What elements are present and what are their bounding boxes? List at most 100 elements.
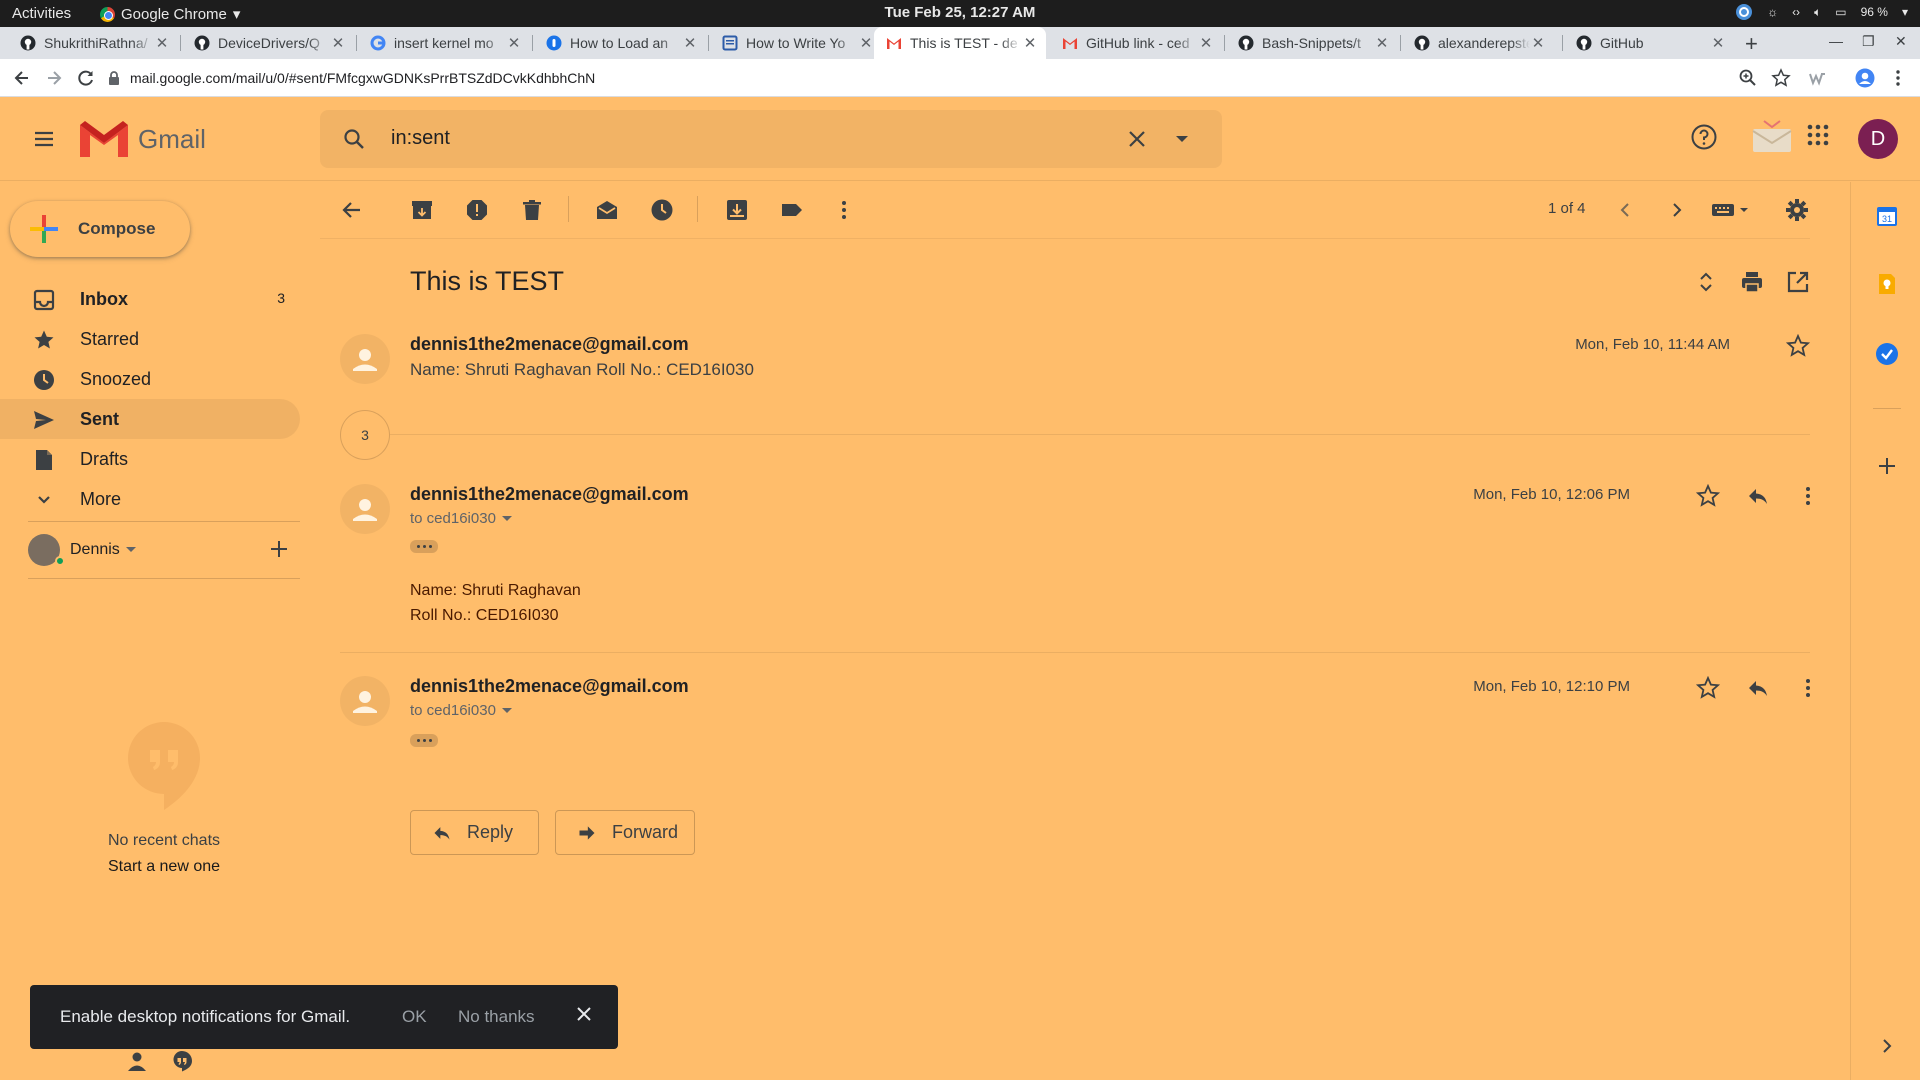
browser-menu-icon[interactable] [1888,68,1908,88]
back-icon[interactable] [12,68,32,88]
collapsed-messages-count[interactable]: 3 [340,410,390,460]
search-input[interactable]: in:sent [391,127,450,150]
more-actions-icon[interactable] [832,198,856,222]
tab[interactable]: ShukrithiRathna/ ✕ [8,27,178,59]
mark-unread-icon[interactable] [595,198,619,222]
expand-all-icon[interactable] [1694,270,1718,294]
report-spam-icon[interactable] [465,198,489,222]
star-icon[interactable] [1696,484,1720,508]
open-new-window-icon[interactable] [1786,270,1810,294]
restore-icon[interactable]: ❐ [1862,33,1875,50]
search-bar[interactable]: in:sent [320,110,1222,168]
tab-close-icon[interactable]: ✕ [1198,34,1214,52]
calendar-icon[interactable]: 31 [1875,204,1899,228]
tab-close-icon[interactable]: ✕ [1022,34,1038,52]
forward-icon[interactable] [44,68,64,88]
reload-icon[interactable] [76,68,96,88]
message-row[interactable]: dennis1the2menace@gmail.com Name: Shruti… [340,334,1810,394]
main-menu-icon[interactable] [32,127,56,151]
mail-notification-icon[interactable] [1752,119,1792,153]
account-caret-icon[interactable] [126,547,136,553]
search-icon[interactable] [342,127,366,151]
snackbar-close-icon[interactable] [575,1005,593,1023]
system-tray[interactable]: ☼ ‹› 🔈︎ ▭ 96 % ▾ [1735,3,1908,21]
snackbar-no-thanks-button[interactable]: No thanks [458,1007,535,1027]
recipient-details[interactable]: to ced16i030 [410,702,512,719]
show-trimmed-content-button[interactable] [410,734,438,747]
add-chat-icon[interactable] [270,540,288,558]
minimize-icon[interactable]: — [1829,33,1843,49]
tab-close-icon[interactable]: ✕ [506,34,522,52]
tab-close-icon[interactable]: ✕ [682,34,698,52]
tasks-icon[interactable] [1875,342,1899,366]
clear-search-icon[interactable] [1126,128,1148,150]
nav-item-inbox[interactable]: Inbox 3 [0,279,300,319]
hangouts-account[interactable]: Dennis [28,532,300,568]
nav-item-starred[interactable]: Starred [0,319,300,359]
hangouts-icon[interactable] [171,1050,193,1072]
tab-close-icon[interactable]: ✕ [1710,34,1726,52]
reply-icon[interactable] [1746,484,1770,508]
archive-icon[interactable] [410,198,434,222]
print-icon[interactable] [1740,270,1764,294]
account-avatar[interactable]: D [1858,119,1898,159]
delete-icon[interactable] [520,198,544,222]
tab-close-icon[interactable]: ✕ [330,34,346,52]
message-more-icon[interactable] [1796,676,1820,700]
snooze-icon[interactable] [650,198,674,222]
compose-button[interactable]: Compose [10,201,190,257]
tab-title: alexanderepstei [1438,35,1530,51]
add-addon-icon[interactable] [1875,454,1899,478]
show-trimmed-content-button[interactable] [410,540,438,553]
recipient-details[interactable]: to ced16i030 [410,510,512,527]
tab-active[interactable]: This is TEST - de ✕ [874,27,1046,59]
tab[interactable]: DeviceDrivers/Q ✕ [182,27,354,59]
reply-icon[interactable] [1746,676,1770,700]
tab-separator [708,35,709,51]
nav-item-snoozed[interactable]: Snoozed [0,359,300,399]
tab[interactable]: insert kernel mo ✕ [358,27,530,59]
tab[interactable]: GitHub ✕ [1564,27,1734,59]
back-to-list-icon[interactable] [340,198,364,222]
input-tools-icon[interactable] [1710,198,1752,222]
forward-button[interactable]: Forward [555,810,695,855]
tab-close-icon[interactable]: ✕ [1530,34,1546,52]
bookmark-star-icon[interactable] [1771,68,1791,88]
gmail-logo[interactable]: Gmail [80,121,206,157]
star-icon[interactable] [1696,676,1720,700]
tab-close-icon[interactable]: ✕ [154,34,170,52]
tab[interactable]: GitHub link - ced ✕ [1050,27,1222,59]
system-clock[interactable]: Tue Feb 25, 12:27 AM [0,4,1920,21]
address-bar[interactable]: mail.google.com/mail/u/0/#sent/FMfcgxwGD… [108,63,1788,93]
older-icon[interactable] [1664,198,1688,222]
message-more-icon[interactable] [1796,484,1820,508]
tab[interactable]: Bash-Snippets/t ✕ [1226,27,1398,59]
contacts-icon[interactable] [126,1050,148,1072]
expand-panel-icon[interactable] [1875,1034,1899,1058]
tab[interactable]: How to Load an ✕ [534,27,706,59]
label-icon[interactable] [780,198,804,222]
tab-close-icon[interactable]: ✕ [1374,34,1390,52]
new-tab-button[interactable]: + [1745,31,1758,57]
tab[interactable]: alexanderepstei ✕ [1402,27,1554,59]
nav-item-sent[interactable]: Sent [0,399,300,439]
nav-item-more[interactable]: More [0,479,300,519]
move-to-icon[interactable] [725,198,749,222]
extension-icon[interactable] [1808,68,1828,88]
newer-icon[interactable] [1614,198,1638,222]
search-options-icon[interactable] [1175,135,1189,143]
start-new-chat-link[interactable]: Start a new one [28,858,300,876]
reply-button[interactable]: Reply [410,810,539,855]
keep-icon[interactable] [1875,272,1899,296]
settings-gear-icon[interactable] [1785,198,1809,222]
tab-close-icon[interactable]: ✕ [858,34,874,52]
window-close-icon[interactable]: ✕ [1895,33,1907,50]
snackbar-ok-button[interactable]: OK [402,1007,427,1027]
apps-grid-icon[interactable] [1806,123,1830,147]
star-icon[interactable] [1786,334,1810,358]
profile-icon[interactable] [1855,68,1875,88]
zoom-icon[interactable] [1738,68,1758,88]
help-icon[interactable] [1690,123,1718,151]
tab[interactable]: How to Write Yo ✕ [710,27,882,59]
nav-item-drafts[interactable]: Drafts [0,439,300,479]
